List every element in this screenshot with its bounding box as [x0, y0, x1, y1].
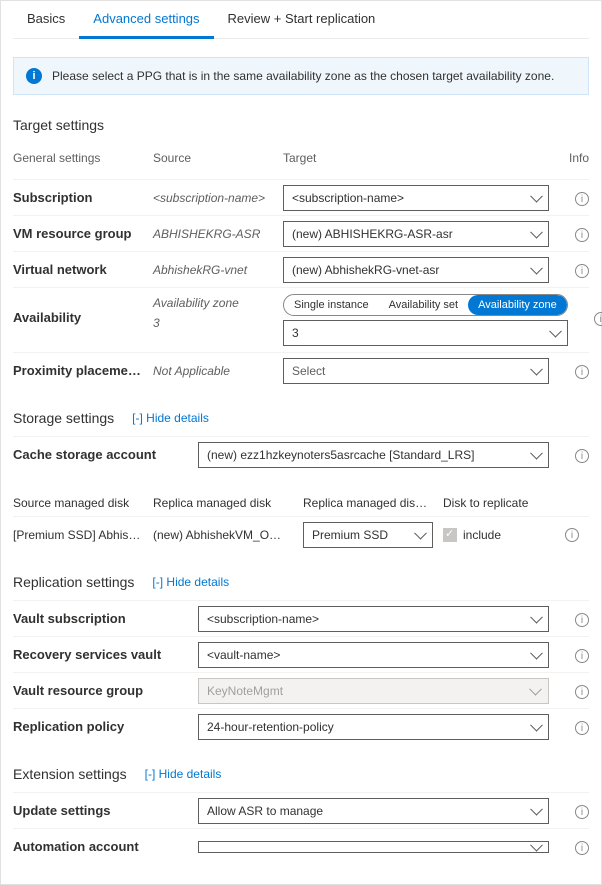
- vnet-source: AbhishekRG-vnet: [153, 255, 283, 285]
- subscription-source: <subscription-name>: [153, 183, 283, 213]
- col-target: Target: [283, 151, 559, 171]
- vrg-label: Vault resource group: [13, 675, 198, 706]
- availability-segmented[interactable]: Single instance Availability set Availab…: [283, 294, 568, 316]
- subscription-label: Subscription: [13, 182, 153, 213]
- include-label: include: [463, 528, 501, 542]
- update-select[interactable]: Allow ASR to manage: [198, 798, 549, 824]
- vnet-label: Virtual network: [13, 254, 153, 285]
- storage-title: Storage settings: [13, 410, 114, 426]
- policy-label: Replication policy: [13, 711, 198, 742]
- rsv-select[interactable]: <vault-name>: [198, 642, 549, 668]
- include-checkbox[interactable]: [443, 528, 457, 542]
- availability-source-type: Availability zone: [153, 296, 283, 310]
- seg-set[interactable]: Availability set: [379, 295, 469, 315]
- disk-col-type: Replica managed dis…: [303, 496, 443, 510]
- storage-hide-link[interactable]: [-] Hide details: [132, 411, 209, 425]
- info-icon[interactable]: i: [575, 228, 589, 242]
- col-source: Source: [153, 151, 283, 171]
- rg-source: ABHISHEKRG-ASR: [153, 219, 283, 249]
- seg-single[interactable]: Single instance: [284, 295, 379, 315]
- info-icon: i: [26, 68, 42, 84]
- vrg-select: KeyNoteMgmt: [198, 678, 549, 704]
- tab-review[interactable]: Review + Start replication: [214, 1, 390, 38]
- info-icon[interactable]: i: [565, 528, 579, 542]
- disk-src: [Premium SSD] Abhis…: [13, 528, 153, 542]
- col-info: Info: [559, 151, 589, 171]
- extension-hide-link[interactable]: [-] Hide details: [145, 767, 222, 781]
- info-icon[interactable]: i: [575, 365, 589, 379]
- tab-advanced[interactable]: Advanced settings: [79, 1, 213, 39]
- ppg-source: Not Applicable: [153, 356, 283, 386]
- info-icon[interactable]: i: [575, 192, 589, 206]
- banner-text: Please select a PPG that is in the same …: [52, 69, 554, 83]
- info-icon[interactable]: i: [594, 312, 602, 326]
- ppg-label: Proximity placeme…: [13, 355, 153, 386]
- info-banner: i Please select a PPG that is in the sam…: [13, 57, 589, 95]
- info-icon[interactable]: i: [575, 449, 589, 463]
- cache-label: Cache storage account: [13, 439, 198, 470]
- info-icon[interactable]: i: [575, 613, 589, 627]
- policy-select[interactable]: 24-hour-retention-policy: [198, 714, 549, 740]
- col-general: General settings: [13, 151, 153, 171]
- availability-label: Availability: [13, 294, 153, 333]
- availability-zone-select[interactable]: 3: [283, 320, 568, 346]
- vaultsub-select[interactable]: <subscription-name>: [198, 606, 549, 632]
- subscription-select[interactable]: <subscription-name>: [283, 185, 549, 211]
- automation-select[interactable]: [198, 841, 549, 853]
- extension-title: Extension settings: [13, 766, 127, 782]
- info-icon[interactable]: i: [575, 805, 589, 819]
- info-icon[interactable]: i: [575, 841, 589, 855]
- vaultsub-label: Vault subscription: [13, 603, 198, 634]
- ppg-select[interactable]: Select: [283, 358, 549, 384]
- replication-hide-link[interactable]: [-] Hide details: [152, 575, 229, 589]
- tab-basics[interactable]: Basics: [13, 1, 79, 38]
- rsv-label: Recovery services vault: [13, 639, 198, 670]
- rg-label: VM resource group: [13, 218, 153, 249]
- vnet-select[interactable]: (new) AbhishekRG-vnet-asr: [283, 257, 549, 283]
- tabs: Basics Advanced settings Review + Start …: [13, 1, 589, 39]
- info-icon[interactable]: i: [575, 685, 589, 699]
- replication-title: Replication settings: [13, 574, 134, 590]
- automation-label: Automation account: [13, 831, 198, 862]
- target-settings-title: Target settings: [13, 117, 589, 133]
- disk-type-select[interactable]: Premium SSD: [303, 522, 433, 548]
- info-icon[interactable]: i: [575, 721, 589, 735]
- update-label: Update settings: [13, 795, 198, 826]
- disk-col-torep: Disk to replicate: [443, 496, 559, 510]
- availability-source-zone: 3: [153, 316, 283, 330]
- info-icon[interactable]: i: [575, 264, 589, 278]
- disk-rep: (new) AbhishekVM_O…: [153, 528, 303, 542]
- seg-zone[interactable]: Availability zone: [468, 295, 567, 315]
- rg-select[interactable]: (new) ABHISHEKRG-ASR-asr: [283, 221, 549, 247]
- disk-col-rep: Replica managed disk: [153, 496, 303, 510]
- info-icon[interactable]: i: [575, 649, 589, 663]
- cache-select[interactable]: (new) ezz1hzkeynoters5asrcache [Standard…: [198, 442, 549, 468]
- disk-col-src: Source managed disk: [13, 496, 153, 510]
